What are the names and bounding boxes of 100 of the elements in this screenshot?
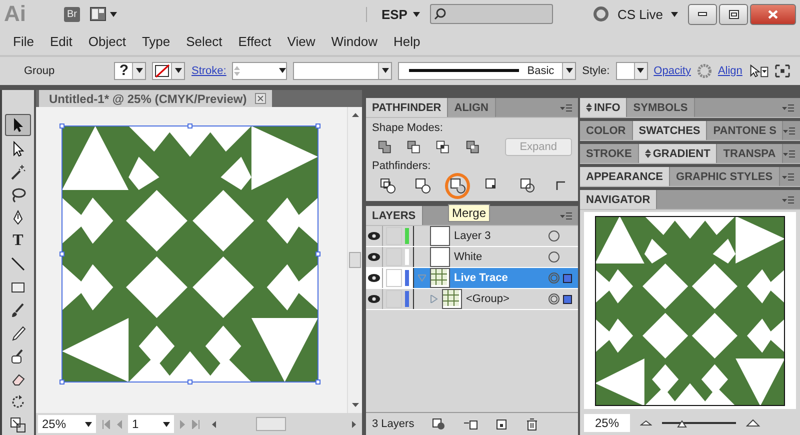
panel-tab[interactable]: PATHFINDER — [366, 98, 448, 117]
selection-type-label: Group — [24, 64, 56, 77]
lock-toggle[interactable] — [386, 290, 402, 308]
stroke-link[interactable]: Stroke: — [191, 64, 226, 77]
page-field[interactable]: 1 — [128, 415, 174, 433]
workspace-layout-icon[interactable] — [90, 7, 106, 22]
eye-icon[interactable] — [368, 295, 380, 303]
new-sublayer-icon[interactable] — [464, 418, 478, 430]
lock-toggle[interactable] — [386, 227, 402, 245]
target-circle-icon[interactable] — [548, 293, 560, 305]
panel-tab[interactable]: GRAPHIC STYLES — [670, 167, 780, 186]
caret-icon — [110, 12, 117, 17]
brush-dropdown[interactable]: Basic — [398, 62, 576, 80]
lock-toggle[interactable] — [386, 269, 402, 287]
stroke-dropdown[interactable] — [152, 62, 186, 80]
minimize-button[interactable] — [688, 4, 717, 25]
stroke-weight-field[interactable] — [232, 62, 287, 80]
panel-menu-icon[interactable] — [560, 212, 572, 220]
menu-item[interactable]: View — [280, 34, 324, 49]
restore-button[interactable] — [719, 4, 748, 25]
recolor-icon[interactable] — [696, 62, 712, 79]
close-icon[interactable] — [254, 93, 266, 104]
panel-menu-icon[interactable] — [783, 126, 796, 134]
scroll-right-icon[interactable] — [352, 420, 356, 428]
search-field[interactable] — [430, 4, 554, 24]
navigator-zoom-field[interactable]: 25% — [584, 414, 630, 432]
panel-tab[interactable]: COLOR — [580, 121, 633, 140]
menu-item[interactable]: Edit — [42, 34, 82, 49]
scrollbar-thumb[interactable] — [256, 417, 286, 431]
scroll-left-icon[interactable] — [212, 420, 216, 428]
scroll-up-icon[interactable] — [352, 113, 358, 117]
spinner-icon — [233, 64, 242, 78]
menu-item[interactable]: Effect — [231, 34, 280, 49]
panel-tab[interactable]: INFO — [580, 98, 628, 117]
type-tool[interactable]: T — [5, 231, 31, 251]
minus-front-icon[interactable] — [407, 139, 420, 155]
panel-tab[interactable]: ALIGN — [448, 98, 496, 117]
fill-dropdown[interactable]: ? — [114, 62, 146, 80]
layer-name[interactable]: White — [454, 251, 482, 263]
menu-item[interactable]: Help — [386, 34, 430, 49]
target-circle-icon[interactable] — [548, 251, 560, 263]
panel-menu-icon[interactable] — [560, 104, 572, 112]
trash-icon[interactable] — [526, 418, 538, 430]
selection-tool[interactable] — [5, 114, 31, 136]
panel-tab[interactable]: APPEARANCE — [580, 167, 670, 186]
line-icon — [10, 256, 26, 272]
scroll-down-icon[interactable] — [352, 403, 358, 407]
layer-name[interactable]: <Group> — [466, 293, 510, 305]
variable-profile-dropdown[interactable] — [292, 62, 392, 80]
zoom-field[interactable]: 25% — [38, 415, 96, 433]
panel-tab[interactable]: NAVIGATOR — [580, 190, 658, 209]
caret-icon — [566, 68, 573, 74]
bridge-button[interactable]: Br — [64, 6, 80, 22]
eye-icon[interactable] — [368, 253, 380, 261]
menu-item[interactable]: Select — [179, 34, 232, 49]
eye-icon[interactable] — [368, 232, 380, 240]
select-similar-icon[interactable] — [748, 62, 770, 79]
caret-icon — [413, 12, 420, 17]
panel-tab[interactable]: TRANSPA — [717, 144, 783, 163]
brush-stroke-icon — [409, 69, 520, 72]
clipping-mask-icon[interactable] — [432, 418, 446, 430]
align-link[interactable]: Align — [718, 64, 742, 77]
document-tab[interactable]: Untitled-1* @ 25% (CMYK/Preview) — [39, 90, 272, 107]
panel-menu-icon[interactable] — [782, 196, 794, 204]
slider-thumb[interactable] — [676, 420, 687, 428]
eye-icon[interactable] — [368, 274, 380, 282]
layer-name[interactable]: Layer 3 — [454, 230, 491, 242]
lock-toggle[interactable] — [386, 248, 402, 266]
outline-icon — [520, 178, 536, 194]
pathfinders-label: Pathfinders: — [372, 160, 432, 172]
workspace-switcher[interactable]: ESP — [366, 6, 420, 22]
style-dropdown[interactable] — [616, 62, 648, 80]
panel-tab[interactable]: STROKE — [580, 144, 639, 163]
new-layer-icon[interactable] — [496, 418, 508, 430]
panel-tab[interactable]: GRADIENT — [638, 144, 718, 163]
panel-tab[interactable]: SYMBOLS — [627, 98, 695, 117]
panel-menu-icon[interactable] — [782, 150, 795, 158]
target-circle-icon[interactable] — [548, 230, 560, 242]
caret-icon — [174, 68, 182, 74]
zoom-in-icon[interactable] — [746, 419, 762, 427]
exclude-icon[interactable] — [466, 139, 479, 155]
panel-menu-icon[interactable] — [782, 104, 794, 112]
menu-item[interactable]: Object — [81, 34, 135, 49]
intersect-icon[interactable] — [436, 139, 450, 155]
menu-item[interactable]: Type — [134, 34, 180, 49]
panel-tab[interactable]: SWATCHES — [632, 121, 708, 140]
cs-live-menu[interactable]: CS Live — [617, 6, 663, 22]
panel-tab[interactable]: PANTONE S — [707, 121, 784, 140]
panel-menu-icon[interactable] — [782, 172, 794, 180]
unite-icon[interactable] — [378, 139, 392, 155]
menu-item[interactable]: Window — [324, 34, 386, 49]
merge-button[interactable] — [445, 173, 470, 199]
menu-item[interactable]: File — [6, 34, 43, 49]
opacity-link[interactable]: Opacity — [654, 64, 691, 77]
scrollbar-thumb[interactable] — [349, 252, 361, 268]
panel-tab[interactable]: LAYERS — [366, 206, 423, 225]
style-label: Style: — [582, 64, 610, 77]
zoom-out-icon[interactable] — [640, 420, 652, 426]
close-button[interactable] — [750, 4, 796, 25]
transform-icon[interactable] — [775, 64, 790, 78]
